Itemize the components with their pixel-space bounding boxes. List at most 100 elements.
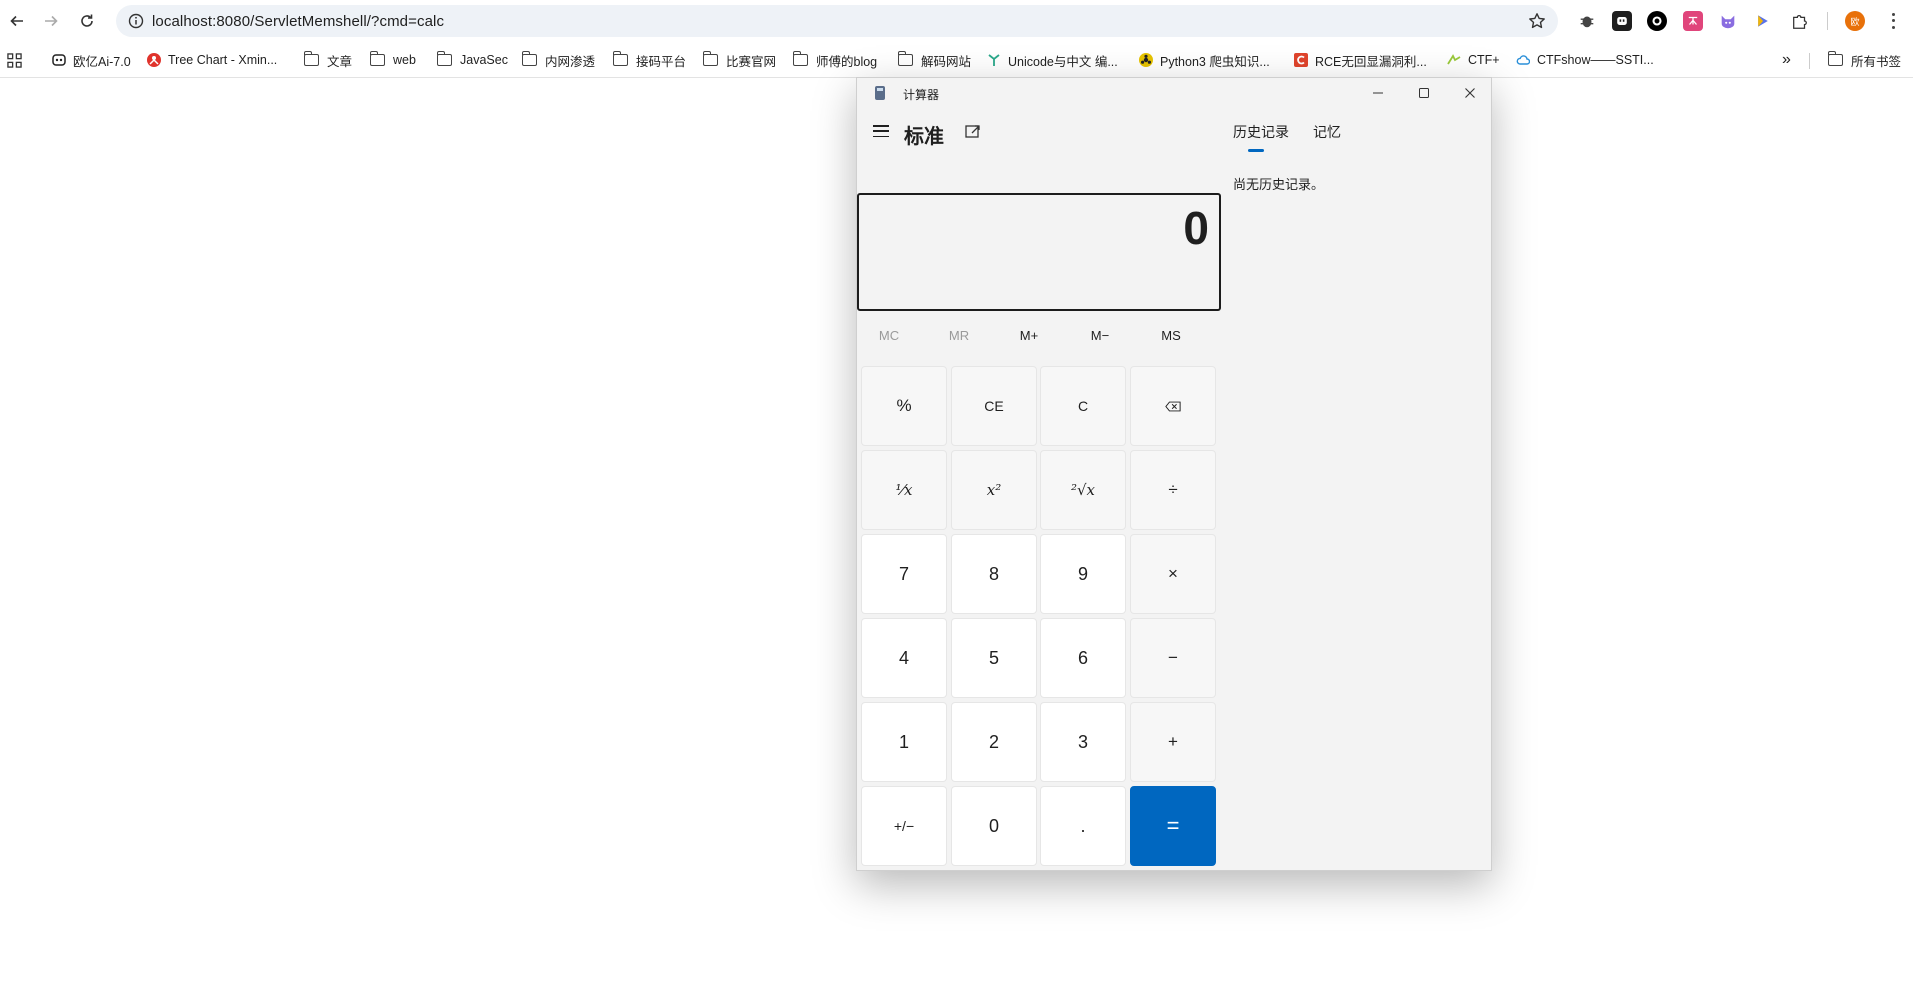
more-bookmarks-button[interactable]: » <box>1782 51 1791 69</box>
back-button[interactable] <box>2 6 32 36</box>
reciprocal-button[interactable]: ¹⁄x <box>861 450 947 530</box>
equals-button[interactable]: = <box>1130 786 1216 866</box>
minimize-icon <box>1373 92 1383 94</box>
backspace-icon <box>1165 401 1181 411</box>
backspace-button[interactable] <box>1130 366 1216 446</box>
memory-clear-button[interactable]: MC <box>859 320 919 350</box>
keep-on-top-icon[interactable] <box>964 123 982 141</box>
digit-5-button[interactable]: 5 <box>951 618 1037 698</box>
bookmark-folder[interactable]: 比赛官网 <box>702 51 776 69</box>
bookmark-label: 解码网站 <box>921 54 972 69</box>
bookmark-label: 欧亿Ai-7.0 <box>73 54 131 69</box>
memory-recall-button[interactable]: MR <box>929 320 989 350</box>
bookmark-label: web <box>393 53 416 67</box>
bookmark-folder[interactable]: 师傅的blog <box>792 51 877 69</box>
mode-title: 标准 <box>904 126 944 148</box>
folder-icon <box>436 51 452 66</box>
digit-9-button[interactable]: 9 <box>1040 534 1126 614</box>
bug-extension-icon[interactable] <box>1577 11 1597 31</box>
bookmark-item[interactable]: 欧亿Ai-7.0 <box>52 51 131 69</box>
circle-extension-icon[interactable] <box>1647 11 1667 31</box>
tab-memory[interactable]: 记忆 <box>1313 122 1341 142</box>
folder-icon <box>702 51 718 66</box>
maximize-button[interactable] <box>1401 78 1447 108</box>
bookmark-label: Tree Chart - Xmin... <box>168 53 278 67</box>
bookmark-folder[interactable]: 解码网站 <box>897 51 972 69</box>
tree-chart-icon <box>147 53 161 67</box>
memory-add-button[interactable]: M+ <box>999 320 1059 350</box>
digit-4-button[interactable]: 4 <box>861 618 947 698</box>
toolbar-divider <box>1827 12 1828 30</box>
add-button[interactable]: + <box>1130 702 1216 782</box>
calculator-titlebar[interactable]: 计算器 <box>857 78 1491 108</box>
ghost-extension-icon[interactable] <box>1612 11 1632 31</box>
clear-entry-button[interactable]: CE <box>951 366 1037 446</box>
bookmark-item[interactable]: Unicode与中文 编... <box>987 51 1118 69</box>
digit-2-button[interactable]: 2 <box>951 702 1037 782</box>
address-bar[interactable]: localhost:8080/ServletMemshell/?cmd=calc <box>116 5 1558 37</box>
divide-button[interactable]: ÷ <box>1130 450 1216 530</box>
decimal-point-button[interactable]: . <box>1040 786 1126 866</box>
translate-extension-icon[interactable] <box>1683 11 1703 31</box>
memory-subtract-button[interactable]: M− <box>1070 320 1130 350</box>
folder-icon <box>612 51 628 66</box>
digit-3-button[interactable]: 3 <box>1040 702 1126 782</box>
bookmark-folder[interactable]: 内网渗透 <box>521 51 596 69</box>
clear-button[interactable]: C <box>1040 366 1126 446</box>
bookmark-folder[interactable]: web <box>369 51 416 69</box>
c-icon <box>1294 53 1308 67</box>
display-value: 0 <box>1183 202 1209 254</box>
square-button[interactable]: x² <box>951 450 1037 530</box>
bookmark-item[interactable]: Python3 爬虫知识... <box>1139 51 1270 69</box>
tab-history[interactable]: 历史记录 <box>1233 122 1289 142</box>
bookmark-item[interactable]: CTFshow——SSTI... <box>1516 51 1654 69</box>
url-text[interactable]: localhost:8080/ServletMemshell/?cmd=calc <box>152 13 444 30</box>
memory-store-button[interactable]: MS <box>1141 320 1201 350</box>
arrow-extension-icon[interactable] <box>1753 11 1773 31</box>
digit-8-button[interactable]: 8 <box>951 534 1037 614</box>
apps-grid-button[interactable] <box>7 51 22 69</box>
extensions-puzzle-icon[interactable] <box>1790 11 1810 31</box>
bookmark-item[interactable]: RCE无回显漏洞利... <box>1294 51 1427 69</box>
bookmark-label: Python3 爬虫知识... <box>1160 54 1270 69</box>
minimize-button[interactable] <box>1355 78 1401 108</box>
bookmark-folder[interactable]: 文章 <box>303 51 352 69</box>
unicode-icon <box>988 54 1000 66</box>
close-button[interactable] <box>1447 78 1493 108</box>
navigation-menu-button[interactable] <box>871 123 891 139</box>
all-bookmarks-folder[interactable]: 所有书签 <box>1827 51 1902 69</box>
window-title: 计算器 <box>903 88 940 102</box>
multiply-button[interactable]: × <box>1130 534 1216 614</box>
bookmark-star-icon[interactable] <box>1528 12 1546 30</box>
subtract-button[interactable]: − <box>1130 618 1216 698</box>
forward-button[interactable] <box>36 6 66 36</box>
calculator-window: 计算器 标准 0 MC MR M+ M− MS % CE C ¹⁄x x² ²√… <box>856 77 1492 871</box>
digit-1-button[interactable]: 1 <box>861 702 947 782</box>
digit-0-button[interactable]: 0 <box>951 786 1037 866</box>
bookmark-item[interactable]: CTF+ <box>1447 51 1500 69</box>
site-info-icon[interactable] <box>128 13 144 29</box>
bookmark-label: 所有书签 <box>1851 54 1902 69</box>
browser-menu-icon[interactable] <box>1886 11 1900 31</box>
cloud-icon <box>1516 55 1530 65</box>
bookmarks-divider <box>1809 53 1810 69</box>
cat-extension-icon[interactable] <box>1718 11 1738 31</box>
bookmark-item[interactable]: Tree Chart - Xmin... <box>147 51 277 69</box>
profile-avatar[interactable]: 欧 <box>1845 11 1865 31</box>
negate-button[interactable]: +/− <box>861 786 947 866</box>
square-root-button[interactable]: ²√x <box>1040 450 1126 530</box>
ctf-icon <box>1447 54 1461 65</box>
folder-icon <box>521 51 537 66</box>
folder-icon <box>792 51 808 66</box>
folder-icon <box>897 51 913 66</box>
calculator-display: 0 <box>857 193 1221 311</box>
close-icon <box>1465 88 1475 98</box>
digit-6-button[interactable]: 6 <box>1040 618 1126 698</box>
percent-button[interactable]: % <box>861 366 947 446</box>
bookmark-label: 内网渗透 <box>545 54 596 69</box>
reload-button[interactable] <box>72 6 102 36</box>
bookmark-folder[interactable]: JavaSec <box>436 51 508 69</box>
digit-7-button[interactable]: 7 <box>861 534 947 614</box>
bookmark-folder[interactable]: 接码平台 <box>612 51 686 69</box>
robot-icon <box>52 54 66 66</box>
